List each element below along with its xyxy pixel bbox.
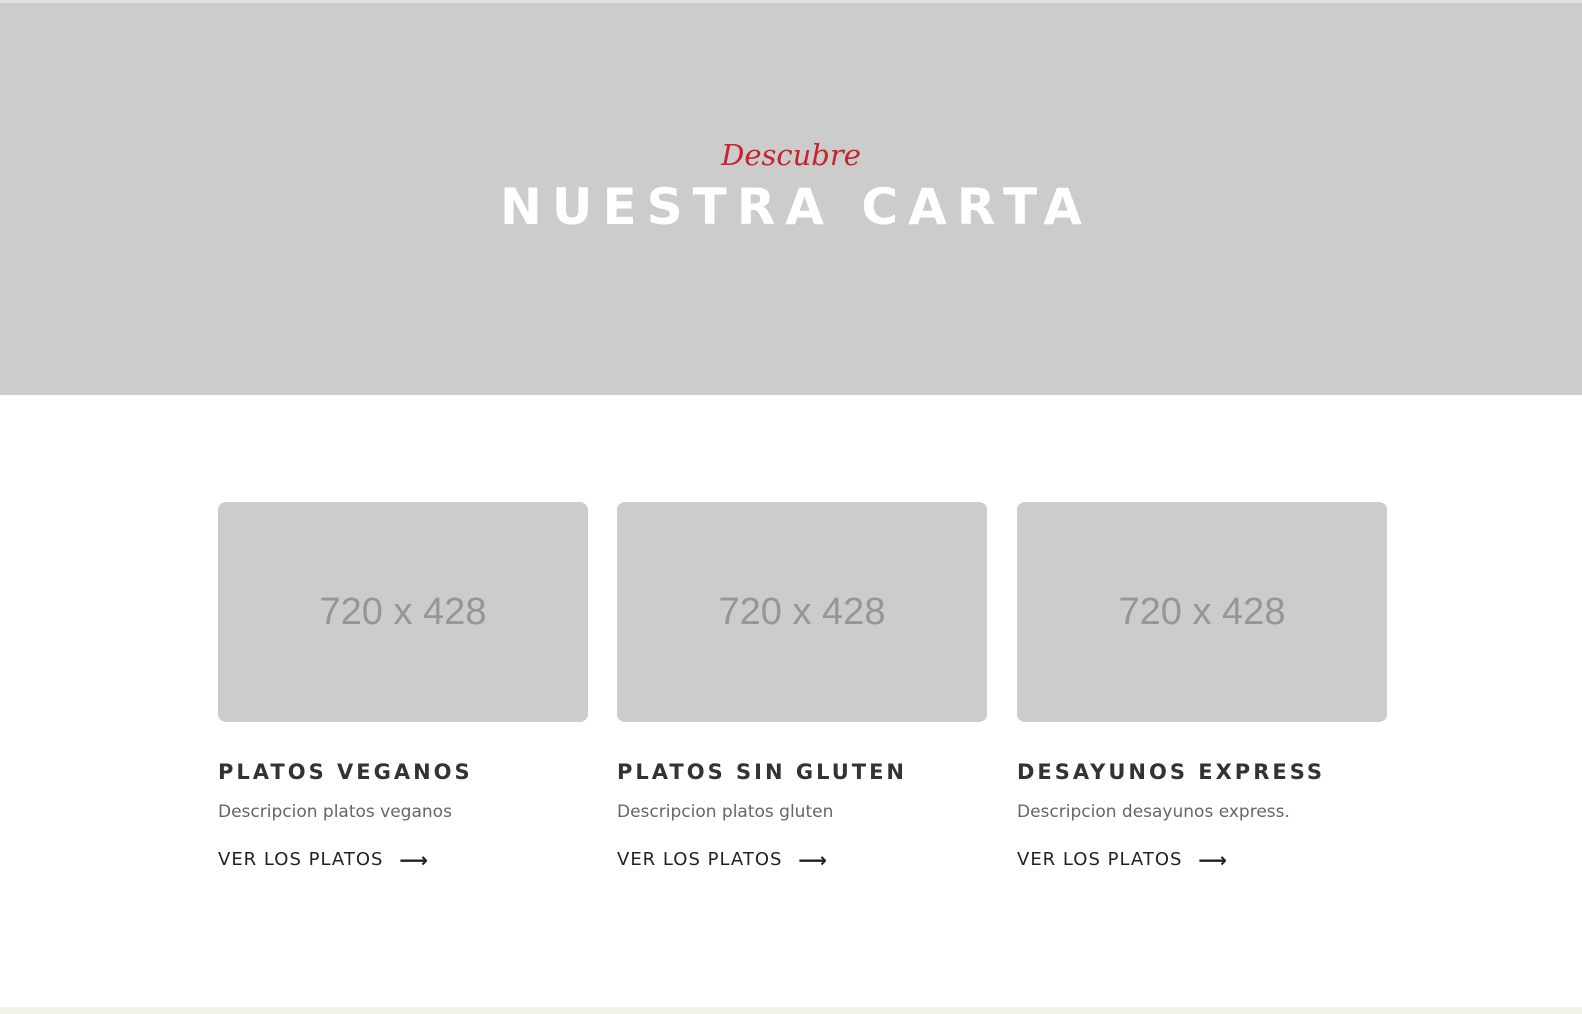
view-dishes-link[interactable]: VER LOS PLATOS ⟶ [1017,848,1228,872]
link-label: VER LOS PLATOS [617,849,783,870]
card-title: PLATOS VEGANOS [218,760,473,784]
link-label: VER LOS PLATOS [218,849,384,870]
card-title: DESAYUNOS EXPRESS [1017,760,1326,784]
card-image-placeholder[interactable]: 720 x 428 [1017,502,1387,722]
arrow-right-icon: ⟶ [798,848,829,872]
placeholder-size-label: 720 x 428 [319,590,487,633]
hero-kicker: Descubre [721,138,861,172]
link-label: VER LOS PLATOS [1017,849,1183,870]
card-description: Descripcion desayunos express. [1017,802,1290,822]
arrow-right-icon: ⟶ [399,848,430,872]
view-dishes-link[interactable]: VER LOS PLATOS ⟶ [218,848,429,872]
menu-card-desayunos: 720 x 428 DESAYUNOS EXPRESS Descripcion … [1017,502,1387,872]
view-dishes-link[interactable]: VER LOS PLATOS ⟶ [617,848,828,872]
card-description: Descripcion platos veganos [218,802,452,822]
menu-card-sin-gluten: 720 x 428 PLATOS SIN GLUTEN Descripcion … [617,502,987,872]
placeholder-size-label: 720 x 428 [1118,590,1286,633]
placeholder-size-label: 720 x 428 [718,590,886,633]
card-image-placeholder[interactable]: 720 x 428 [218,502,588,722]
card-title: PLATOS SIN GLUTEN [617,760,907,784]
hero-banner: Descubre NUESTRA CARTA [0,3,1582,395]
card-description: Descripcion platos gluten [617,802,834,822]
page-title: NUESTRA CARTA [500,178,1092,236]
footer-edge [0,1007,1582,1014]
menu-card-veganos: 720 x 428 PLATOS VEGANOS Descripcion pla… [218,502,588,872]
arrow-right-icon: ⟶ [1198,848,1229,872]
card-image-placeholder[interactable]: 720 x 428 [617,502,987,722]
